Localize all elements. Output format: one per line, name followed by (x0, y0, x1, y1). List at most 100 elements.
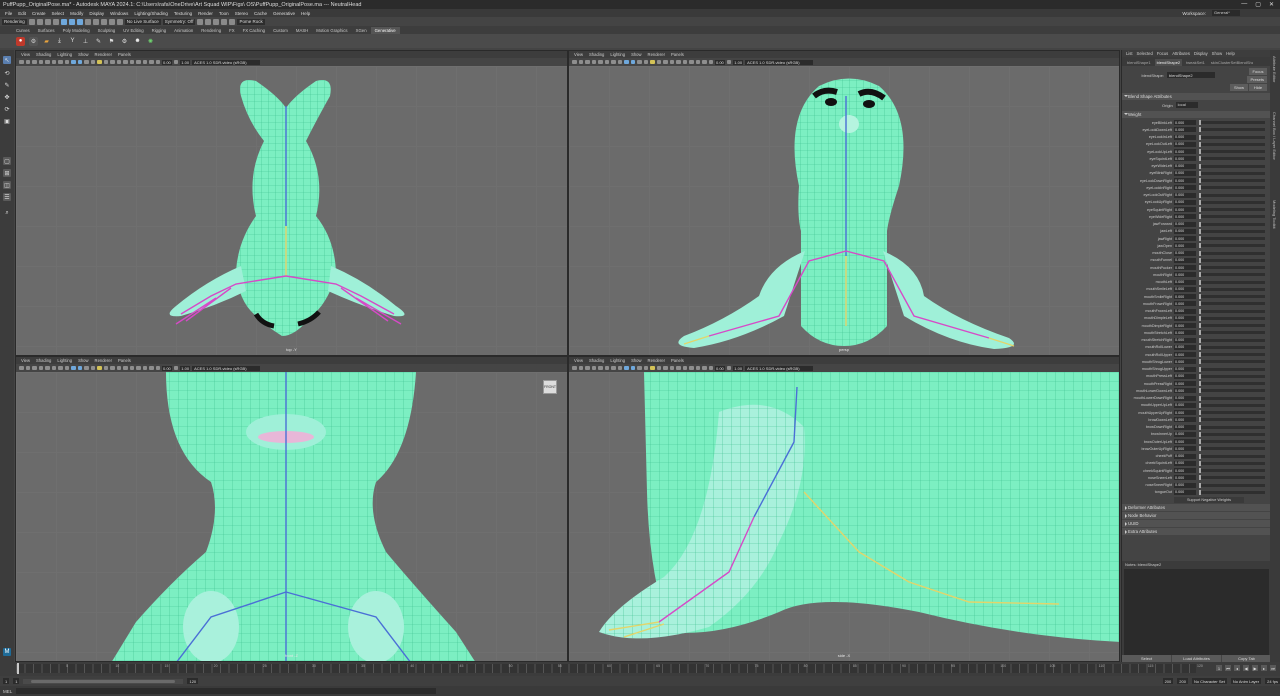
hide-button[interactable]: Hide (1249, 84, 1267, 91)
time-track[interactable]: 1510152025303540455055606570758085909510… (16, 664, 1203, 673)
weight-slider[interactable] (1199, 468, 1265, 474)
step-forward-icon[interactable]: ▸ (1261, 665, 1267, 671)
weight-value-field[interactable]: 0.000 (1174, 337, 1196, 343)
weight-slider[interactable] (1199, 308, 1265, 314)
wireframe-on-shaded-icon[interactable] (84, 59, 89, 65)
lasso-tool-icon[interactable]: ⟲ (3, 69, 11, 77)
weight-value-field[interactable]: 0.000 (1174, 170, 1196, 176)
bookmark-icon[interactable] (25, 365, 30, 371)
single-view-icon[interactable]: ▢ (3, 157, 11, 165)
anim-layer-dropdown[interactable]: No Anim Layer (1230, 678, 1262, 684)
lights-icon[interactable] (650, 365, 655, 371)
range-bar[interactable] (23, 678, 184, 684)
depth-of-field-icon[interactable] (682, 365, 687, 371)
menu-display[interactable]: Display (86, 11, 107, 16)
menu-stereo[interactable]: Stereo (232, 11, 251, 16)
xray-icon[interactable] (142, 365, 147, 371)
weight-value-field[interactable]: 0.000 (1174, 482, 1196, 488)
wireframe-on-shaded-icon[interactable] (637, 59, 642, 65)
viewport-menu-shading[interactable]: Shading (586, 358, 607, 363)
menuset-dropdown[interactable]: Rendering (2, 18, 27, 25)
section-uuid[interactable]: UUID (1122, 520, 1270, 527)
shelf-tab-fx-caching[interactable]: FX Caching (239, 27, 269, 34)
side-tab-attribute-editor[interactable]: Attribute Editor (1272, 56, 1277, 82)
menu-select[interactable]: Select (49, 11, 68, 16)
shelf-tab-fx[interactable]: FX (225, 27, 239, 34)
camera-icon[interactable] (572, 59, 577, 65)
backface-icon[interactable] (155, 365, 160, 371)
weight-value-field[interactable]: 0.000 (1174, 439, 1196, 445)
shadows-icon[interactable] (103, 365, 108, 371)
weight-slider[interactable] (1199, 475, 1265, 481)
viewport-menu-lighting[interactable]: Lighting (607, 358, 628, 363)
weight-slider[interactable] (1199, 359, 1265, 365)
weight-value-field[interactable]: 0.000 (1174, 446, 1196, 452)
wireframe-icon[interactable] (71, 59, 76, 65)
snap-curve-icon[interactable] (92, 18, 99, 25)
xray-joints-icon[interactable] (149, 59, 154, 65)
side-tab-modeling-toolkit[interactable]: Modeling Toolkit (1272, 200, 1277, 229)
hypershade-icon[interactable] (229, 18, 236, 25)
rotate-tool-icon[interactable]: ⟳ (3, 105, 11, 113)
weight-slider[interactable] (1199, 170, 1265, 176)
view-cube[interactable]: FRONT (543, 380, 557, 394)
focus-button[interactable]: Focus (1249, 68, 1267, 75)
weight-value-field[interactable]: 0.000 (1174, 308, 1196, 314)
color-space-dropdown[interactable]: ACES 1.0 SDR-video (sRGB) (192, 365, 261, 371)
color-space-dropdown[interactable]: ACES 1.0 SDR-video (sRGB) (192, 59, 261, 65)
backface-icon[interactable] (155, 59, 160, 65)
grid-icon[interactable] (38, 59, 43, 65)
generate-icon[interactable]: ✺ (146, 37, 155, 46)
menu-generative[interactable]: Generative (270, 11, 298, 16)
weight-value-field[interactable]: 0.000 (1174, 388, 1196, 394)
go-start-icon[interactable]: ⏮ (1225, 665, 1231, 671)
field-chart-icon[interactable] (617, 365, 622, 371)
menu-edit[interactable]: Edit (15, 11, 29, 16)
weight-value-field[interactable]: 0.000 (1174, 134, 1196, 140)
origin-dropdown[interactable]: local (1175, 102, 1198, 108)
gamma-icon[interactable] (726, 59, 732, 65)
resolution-gate-icon[interactable] (51, 59, 56, 65)
weight-slider[interactable] (1199, 120, 1265, 126)
move-tool-icon[interactable]: ✥ (3, 93, 11, 101)
weight-slider[interactable] (1199, 286, 1265, 292)
image-plane-icon[interactable] (585, 365, 590, 371)
isolate-select-icon[interactable] (689, 365, 694, 371)
viewport-menu-show[interactable]: Show (75, 52, 91, 57)
workspace-dropdown[interactable]: General* (1212, 10, 1240, 16)
lights-icon[interactable] (97, 365, 102, 371)
viewport-menu-panels[interactable]: Panels (668, 52, 687, 57)
viewport-menu-show[interactable]: Show (628, 358, 644, 363)
ao-icon[interactable] (663, 59, 668, 65)
start-time-field[interactable]: 1 (3, 678, 10, 684)
gear-icon[interactable]: ⚙ (120, 37, 129, 46)
gate-mask-icon[interactable] (611, 59, 616, 65)
section-blend-shape-attributes[interactable]: Blend Shape Attributes (1122, 93, 1270, 100)
weight-slider[interactable] (1199, 149, 1265, 155)
weight-slider[interactable] (1199, 424, 1265, 430)
weight-value-field[interactable]: 0.000 (1174, 221, 1196, 227)
depth-of-field-icon[interactable] (129, 59, 134, 65)
weight-value-field[interactable]: 0.000 (1174, 323, 1196, 329)
weight-value-field[interactable]: 0.000 (1174, 156, 1196, 162)
shelf-tab-mash[interactable]: MASH (292, 27, 312, 34)
gamma-icon[interactable] (173, 365, 179, 371)
weight-slider[interactable] (1199, 460, 1265, 466)
exposure-field[interactable]: 0.00 (162, 365, 172, 371)
viewport-menu-view[interactable]: View (18, 358, 33, 363)
weight-slider[interactable] (1199, 330, 1265, 336)
weight-slider[interactable] (1199, 315, 1265, 321)
image-plane-icon[interactable] (585, 59, 590, 65)
depth-of-field-icon[interactable] (682, 59, 687, 65)
ae-menu-list[interactable]: List (1124, 51, 1135, 56)
motion-blur-icon[interactable] (669, 365, 674, 371)
import-icon[interactable]: ⤓ (55, 37, 64, 46)
viewport-menu-lighting[interactable]: Lighting (607, 52, 628, 57)
search-icon[interactable]: ⌕ (3, 209, 11, 217)
isolate-select-icon[interactable] (689, 59, 694, 65)
viewport-side[interactable]: View Shading Lighting Show Renderer Pane… (568, 356, 1120, 662)
weight-value-field[interactable]: 0.000 (1174, 366, 1196, 372)
viewport-menu-renderer[interactable]: Renderer (645, 52, 668, 57)
weight-slider[interactable] (1199, 439, 1265, 445)
weight-value-field[interactable]: 0.000 (1174, 163, 1196, 169)
